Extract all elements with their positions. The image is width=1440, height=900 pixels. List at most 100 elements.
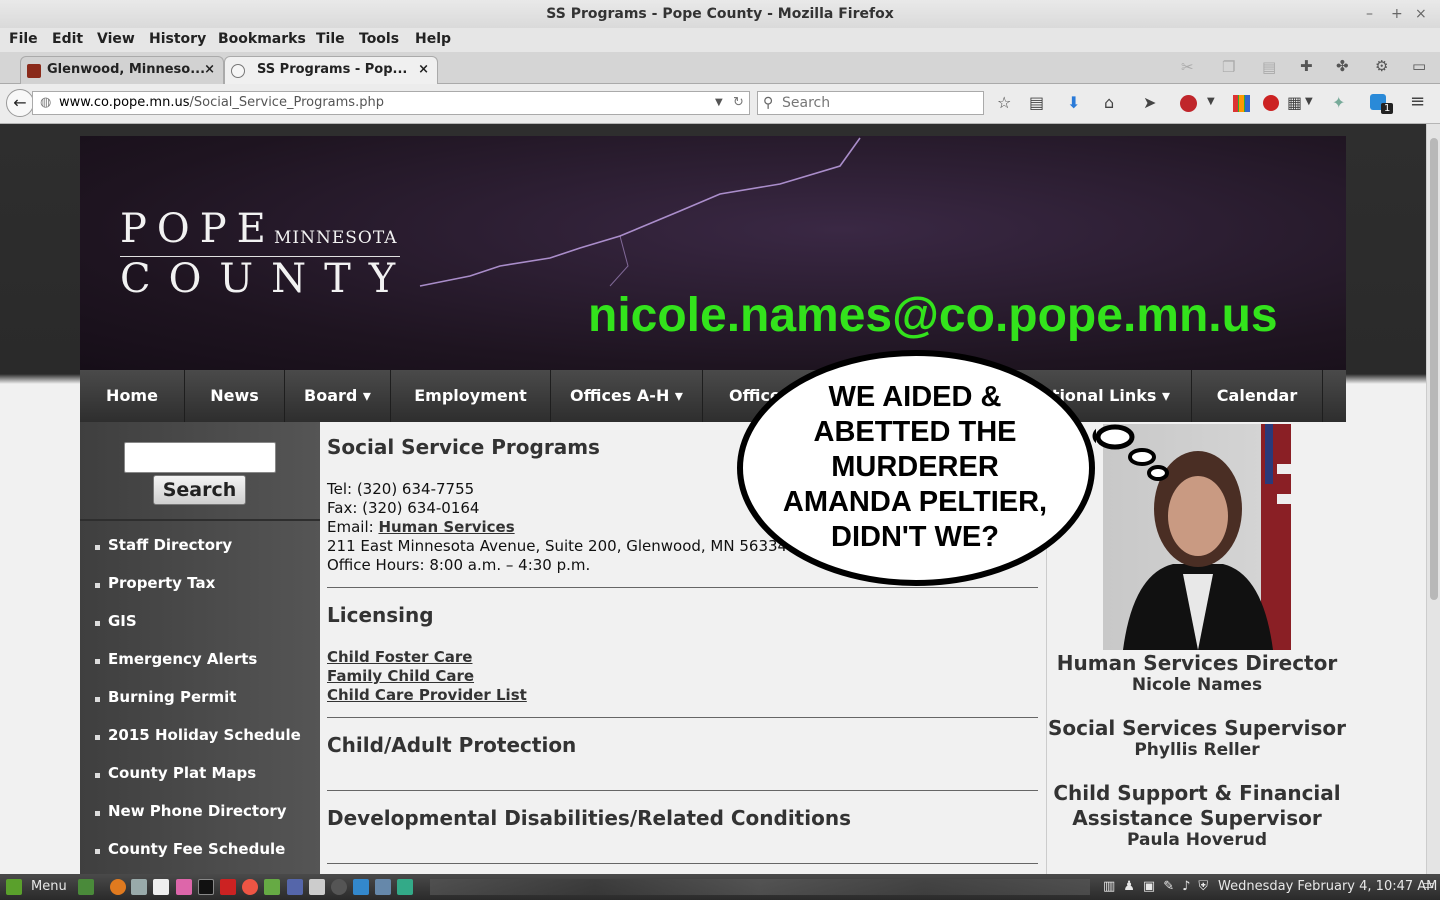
url-dropdown-icon[interactable]: ▼: [715, 92, 723, 114]
nav-employment[interactable]: Employment: [391, 370, 551, 422]
app-launcher-orange-icon[interactable]: [242, 879, 258, 895]
shield-extension-icon[interactable]: ✦: [1332, 93, 1345, 112]
sidebar-link-staff-directory[interactable]: Staff Directory: [108, 536, 232, 554]
menu-bookmarks[interactable]: Bookmarks: [218, 31, 306, 47]
site-search-button[interactable]: Search: [153, 475, 246, 505]
tab-bar: Glenwood, Minneso... × SS Programs - Pop…: [0, 52, 1440, 84]
menu-history[interactable]: History: [149, 31, 206, 47]
close-window-button[interactable]: ×: [1415, 0, 1427, 28]
calculator-icon[interactable]: [309, 879, 325, 895]
menu-file[interactable]: File: [9, 31, 38, 47]
paste-icon[interactable]: ▤: [1262, 58, 1276, 76]
nav-calendar[interactable]: Calendar: [1192, 370, 1323, 422]
adblock-dropdown-icon[interactable]: ▼: [1207, 96, 1215, 107]
nav-offices-a-h[interactable]: Offices A-H ▾: [551, 370, 703, 422]
show-desktop-corner-icon[interactable]: ▭: [1422, 878, 1434, 893]
apps-grid-icon[interactable]: [1233, 95, 1250, 112]
tab-close-icon[interactable]: ×: [204, 57, 215, 83]
file-manager-icon[interactable]: [131, 879, 147, 895]
menu-view[interactable]: View: [97, 31, 135, 47]
sidebar-link-county-plat-maps[interactable]: County Plat Maps: [108, 764, 256, 782]
mint-menu-icon[interactable]: [6, 879, 22, 895]
tab-close-icon[interactable]: ×: [418, 57, 429, 83]
director-name: Nicole Names: [1131, 675, 1263, 695]
sidebar-link-gis[interactable]: GIS: [108, 612, 137, 630]
minimize-button[interactable]: –: [1366, 0, 1373, 28]
addons-puzzle-icon[interactable]: ✤: [1336, 57, 1349, 75]
media-icon[interactable]: [331, 879, 347, 895]
settings-gear-icon[interactable]: ⚙: [1375, 57, 1388, 75]
cut-icon[interactable]: ✂: [1181, 58, 1194, 76]
app-launcher-blue-icon[interactable]: [353, 879, 369, 895]
developmental-disabilities-heading: Developmental Disabilities/Related Condi…: [327, 806, 851, 830]
bullet-icon: [95, 583, 100, 588]
bookmark-star-icon[interactable]: ☆: [997, 93, 1011, 112]
section-divider: [327, 863, 1038, 864]
section-divider: [327, 790, 1038, 791]
desktop-taskbar: Menu ▥♟▣✎♪⛨ Wednesday February 4, 10:47 …: [0, 874, 1440, 900]
app-launcher-red-icon[interactable]: [220, 879, 236, 895]
bullet-icon: [95, 735, 100, 740]
tools-icon[interactable]: [287, 879, 303, 895]
site-search-input[interactable]: [124, 442, 276, 473]
image-viewer-icon[interactable]: [176, 879, 192, 895]
site-info-icon[interactable]: ◍: [40, 92, 51, 114]
tab-ss-programs[interactable]: SS Programs - Pop... ×: [224, 56, 438, 84]
menu-tools[interactable]: Tools: [359, 31, 399, 47]
sidebar-link-new-phone-directory[interactable]: New Phone Directory: [108, 802, 287, 820]
extension-red-icon[interactable]: [1263, 95, 1279, 111]
menu-bar: File Edit View History Bookmarks Tile To…: [0, 28, 1440, 52]
clock[interactable]: Wednesday February 4, 10:47 AM: [1218, 879, 1437, 894]
url-bar[interactable]: ◍ www.co.pope.mn.us/Social_Service_Progr…: [32, 91, 750, 115]
menu-tile[interactable]: Tile: [316, 31, 345, 47]
sidebar-link-emergency-alerts[interactable]: Emergency Alerts: [108, 650, 257, 668]
url-domain: www.co.pope.mn.us: [59, 95, 190, 110]
search-bar[interactable]: ⚲ Search: [757, 91, 984, 115]
text-editor-icon[interactable]: [153, 879, 169, 895]
sidebar-link-burning-permit[interactable]: Burning Permit: [108, 688, 236, 706]
new-tab-icon[interactable]: ✚: [1300, 57, 1313, 75]
menu-help[interactable]: Help: [415, 31, 451, 47]
tab-grid-icon[interactable]: ▦: [1287, 93, 1302, 112]
logo-pope: POPE: [120, 206, 276, 252]
page-scrollbar[interactable]: [1426, 124, 1440, 874]
reading-list-icon[interactable]: ▤: [1029, 93, 1044, 112]
copy-icon[interactable]: ❐: [1222, 58, 1235, 76]
scrollbar-thumb[interactable]: [1430, 138, 1438, 600]
sidebar-link-property-tax[interactable]: Property Tax: [108, 574, 215, 592]
child-adult-protection-heading: Child/Adult Protection: [327, 733, 577, 757]
link-family-child-care[interactable]: Family Child Care: [327, 667, 474, 685]
contact-email-label: Email:: [327, 518, 379, 536]
site-favicon-icon: [231, 64, 245, 78]
home-icon[interactable]: ⌂: [1104, 93, 1114, 112]
human-services-email-link[interactable]: Human Services: [378, 518, 514, 536]
reload-icon[interactable]: ↻: [733, 92, 744, 114]
nav-board[interactable]: Board ▾: [285, 370, 391, 422]
network-app-icon[interactable]: [397, 879, 413, 895]
screenshot-icon[interactable]: [375, 879, 391, 895]
menu-edit[interactable]: Edit: [52, 31, 83, 47]
tab-glenwood[interactable]: Glenwood, Minneso... ×: [20, 56, 224, 84]
hamburger-menu-icon[interactable]: ≡: [1410, 91, 1425, 112]
tab-grid-dropdown-icon[interactable]: ▼: [1305, 96, 1313, 107]
sidebar-link-county-fee-schedule[interactable]: County Fee Schedule: [108, 840, 285, 858]
maximize-button[interactable]: +: [1391, 0, 1403, 28]
link-child-foster-care[interactable]: Child Foster Care: [327, 648, 472, 666]
show-desktop-icon[interactable]: [78, 879, 94, 895]
send-icon[interactable]: ➤: [1143, 93, 1156, 112]
taskbar-window-list[interactable]: [430, 879, 1090, 895]
link-child-care-provider-list[interactable]: Child Care Provider List: [327, 686, 527, 704]
nav-news[interactable]: News: [185, 370, 285, 422]
page-title: Social Service Programs: [327, 435, 600, 459]
nav-home[interactable]: Home: [80, 370, 185, 422]
downloads-icon[interactable]: ⬇: [1067, 93, 1080, 112]
terminal-icon[interactable]: [198, 879, 214, 895]
fullscreen-icon[interactable]: ▭: [1412, 57, 1426, 75]
start-menu-label[interactable]: Menu: [31, 879, 67, 894]
folder-icon[interactable]: [264, 879, 280, 895]
firefox-launcher-icon[interactable]: [110, 879, 126, 895]
adblock-icon[interactable]: [1180, 95, 1197, 112]
sidebar-link-holiday-schedule[interactable]: 2015 Holiday Schedule: [108, 726, 301, 744]
back-button[interactable]: ←: [6, 89, 34, 117]
system-tray-icons[interactable]: ▥♟▣✎♪⛨: [1103, 879, 1216, 894]
